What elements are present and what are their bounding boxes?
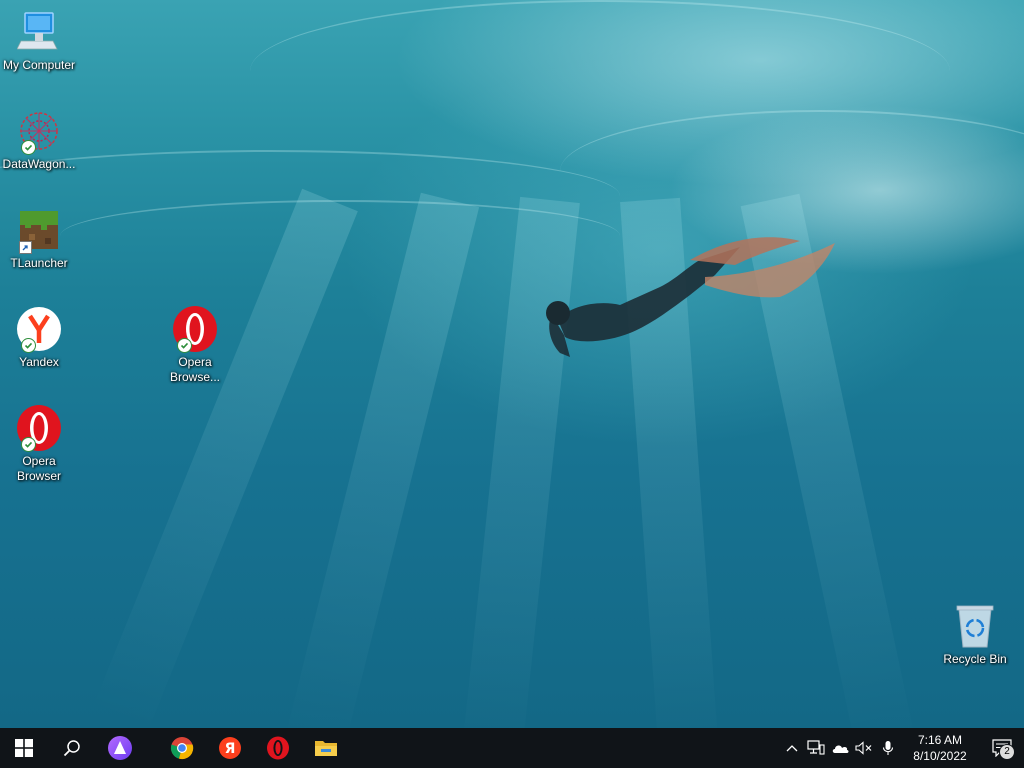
microphone-icon (882, 741, 894, 755)
taskbar-chrome[interactable] (158, 728, 206, 768)
search-icon (63, 740, 80, 757)
action-center-button[interactable]: 2 (980, 728, 1024, 768)
desktop-icon-datawagon[interactable]: DataWagon... (1, 107, 77, 172)
tlauncher-icon (15, 206, 63, 254)
chevron-up-icon (786, 745, 798, 752)
recycle-bin-icon (951, 602, 999, 650)
taskbar-clock[interactable]: 7:16 AM 8/10/2022 (900, 732, 980, 764)
desktop-icon-label: Recycle Bin (943, 652, 1007, 666)
desktop-icon-label: TLauncher (10, 256, 68, 270)
yandex-icon (15, 305, 63, 353)
system-tray: 7:16 AM 8/10/2022 2 (780, 728, 1024, 768)
freediver-silhouette (546, 237, 835, 357)
alice-assistant-button[interactable] (96, 728, 144, 768)
onedrive-button[interactable] (828, 728, 852, 768)
volume-muted-icon (855, 741, 872, 755)
folder-icon (315, 741, 337, 756)
yandex-browser-icon: Я (219, 737, 241, 759)
opera-icon (267, 736, 289, 760)
chrome-icon (170, 737, 194, 760)
desktop-icon-label: DataWagon... (2, 157, 76, 171)
desktop-icon-my-computer[interactable]: My Computer (1, 8, 77, 73)
taskbar-opera[interactable] (254, 728, 302, 768)
start-button[interactable] (0, 728, 48, 768)
desktop-icon-opera-browser[interactable]: Opera Browser (1, 404, 77, 484)
desktop-icon-tlauncher[interactable]: TLauncher (1, 206, 77, 271)
clock-date: 8/10/2022 (913, 749, 967, 763)
alice-assistant-icon (108, 736, 132, 760)
search-button[interactable] (48, 728, 96, 768)
clock-time: 7:16 AM (917, 733, 963, 747)
notification-count-badge: 2 (999, 744, 1015, 760)
desktop-icon-label: Opera Browse... (169, 355, 220, 384)
datawagon-icon (15, 107, 63, 155)
microphone-button[interactable] (876, 728, 900, 768)
opera-icon (171, 305, 219, 353)
taskbar-yandex-browser[interactable]: Я (206, 728, 254, 768)
desktop-icon-recycle-bin[interactable]: Recycle Bin (937, 602, 1013, 667)
synced-check-icon (21, 140, 36, 155)
windows-logo-icon (15, 739, 33, 757)
desktop-icon-yandex[interactable]: Yandex (1, 305, 77, 370)
computer-icon (15, 8, 63, 56)
onedrive-cloud-icon (832, 745, 849, 753)
desktop[interactable]: My Computer DataWagon... TLauncher Yande… (0, 0, 1024, 728)
desktop-icon-label: Yandex (19, 355, 59, 369)
synced-check-icon (21, 338, 36, 353)
volume-button[interactable] (852, 728, 876, 768)
desktop-icon-label: Opera Browser (16, 454, 61, 483)
desktop-icon-opera-browser-2[interactable]: Opera Browse... (157, 305, 233, 385)
desktop-icon-label: My Computer (2, 58, 76, 72)
taskbar: Я 7:16 AM 8/10/2022 2 (0, 728, 1024, 768)
svg-text:Я: Я (225, 741, 236, 757)
network-button[interactable] (804, 728, 828, 768)
water-ripple (60, 200, 620, 272)
network-icon (807, 740, 825, 755)
opera-icon (15, 404, 63, 452)
taskbar-file-explorer[interactable] (302, 728, 350, 768)
shortcut-arrow-icon (19, 241, 32, 254)
synced-check-icon (177, 338, 192, 353)
synced-check-icon (21, 437, 36, 452)
show-hidden-icons-button[interactable] (780, 728, 804, 768)
